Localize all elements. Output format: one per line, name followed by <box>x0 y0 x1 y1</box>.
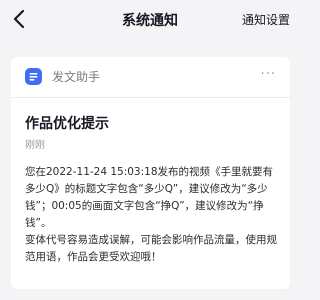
notice-paragraph-2: 变体代号容易造成误解，可能会影响作品流量，使用规范用语，作品会更受欢迎哦！ <box>25 234 277 263</box>
notice-body: 您在2022-11-24 15:03:18发布的视频《手里就要有多少Q》的标题文… <box>25 164 280 266</box>
notice-title: 作品优化提示 <box>25 116 109 132</box>
top-bar: 系统通知 通知设置 <box>0 0 300 40</box>
card-header: 发文助手 ··· <box>11 57 290 98</box>
document-icon <box>25 68 42 85</box>
notice-paragraph-1: 您在2022-11-24 15:03:18发布的视频《手里就要有多少Q》的标题文… <box>25 166 274 229</box>
notification-settings-link[interactable]: 通知设置 <box>242 11 290 28</box>
more-dots-icon[interactable]: ··· <box>261 67 276 82</box>
notification-card[interactable]: 发文助手 ··· 作品优化提示 刚刚 您在2022-11-24 15:03:18… <box>11 57 290 289</box>
notice-time: 刚刚 <box>25 140 45 151</box>
app-name: 发文助手 <box>52 70 101 84</box>
